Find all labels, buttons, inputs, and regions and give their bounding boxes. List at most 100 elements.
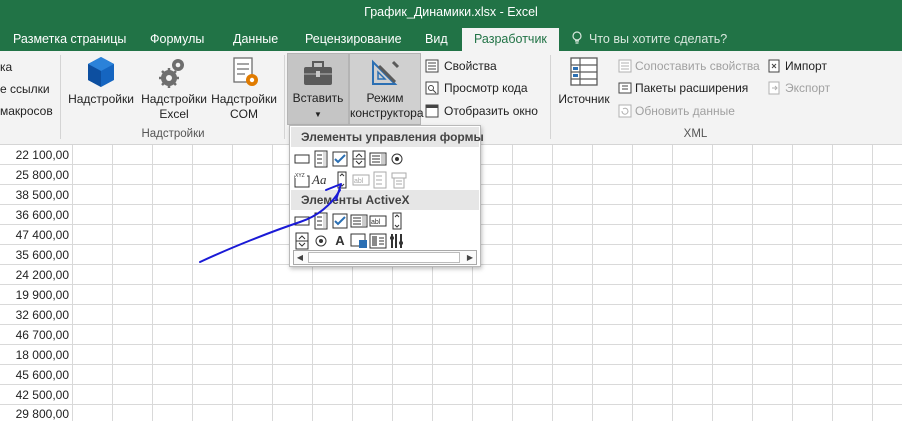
activex-label-icon[interactable]: A (331, 232, 349, 250)
form-label-icon[interactable]: Aa (312, 171, 332, 189)
form-checkbox-icon[interactable] (331, 150, 349, 168)
activex-textbox-icon[interactable]: abl (369, 212, 387, 230)
group-separator (60, 55, 61, 139)
gears-icon (159, 59, 184, 88)
tab-formulas[interactable]: Формулы (150, 27, 204, 51)
code-item-1[interactable]: ка (0, 60, 12, 74)
tab-page-layout[interactable]: Разметка страницы (13, 27, 126, 51)
title-bar: График_Динамики.xlsx - Excel (0, 0, 902, 27)
tell-me-box[interactable]: Что вы хотите сделать? (571, 27, 727, 51)
com-addins-line1: Надстройки (211, 92, 277, 106)
form-groupbox-icon[interactable]: XYZ (293, 171, 311, 189)
com-addins-button[interactable]: Надстройки COM (208, 55, 280, 125)
form-combo-list-icon[interactable] (371, 171, 389, 189)
form-textfield-icon[interactable]: abl (352, 171, 370, 189)
cell-value[interactable]: 46 700,00 (0, 325, 72, 345)
activex-scrollbar-icon[interactable] (388, 212, 406, 230)
map-properties-icon (618, 59, 632, 73)
cell-value[interactable]: 18 000,00 (0, 345, 72, 365)
tab-view[interactable]: Вид (425, 27, 448, 51)
excel-addins-line2: Excel (159, 107, 189, 121)
code-item-3[interactable]: макросов (0, 104, 53, 118)
xml-group-label: XML (683, 128, 708, 140)
excel-addins-line1: Надстройки (141, 92, 207, 106)
ribbon-tab-bar: Разметка страницы Формулы Данные Рецензи… (0, 27, 902, 51)
table-row[interactable]: 46 700,00 (0, 325, 902, 345)
table-row[interactable]: 29 800,00 (0, 404, 902, 421)
tab-review[interactable]: Рецензирование (305, 27, 402, 51)
tell-me-label: Что вы хотите сделать? (589, 32, 728, 46)
run-dialog-button[interactable]: Отобразить окно (444, 104, 538, 118)
xml-source-button[interactable]: Источник (553, 55, 615, 125)
design-mode-line1: Режим (366, 91, 404, 105)
scroll-left-arrow[interactable]: ◀ (294, 251, 306, 264)
design-mode-icon (372, 59, 400, 85)
tab-developer[interactable]: Разработчик (462, 28, 559, 51)
activex-header: Элементы ActiveX (291, 190, 479, 210)
form-listbox-icon[interactable] (369, 150, 387, 168)
scroll-right-arrow[interactable]: ▶ (464, 251, 476, 264)
table-row[interactable]: 45 600,00 (0, 365, 902, 385)
cell-value[interactable]: 32 600,00 (0, 305, 72, 325)
excel-addins-button[interactable]: Надстройки Excel (139, 55, 209, 125)
scroll-thumb[interactable] (308, 252, 460, 263)
cell-value[interactable]: 45 600,00 (0, 365, 72, 385)
form-controls-header: Элементы управления формы (291, 127, 484, 147)
code-item-2[interactable]: е ссылки (0, 82, 50, 96)
table-row[interactable]: 32 600,00 (0, 305, 902, 325)
map-properties-button[interactable]: Сопоставить свойства (635, 59, 760, 73)
table-row[interactable]: 42 500,00 (0, 385, 902, 405)
activex-image-icon[interactable] (350, 232, 368, 250)
activex-button-icon[interactable] (293, 212, 311, 230)
insert-dropdown-arrow: ▼ (314, 110, 322, 119)
table-row[interactable]: 24 200,00 (0, 265, 902, 285)
activex-textbox-glyph: abl (371, 219, 381, 226)
xml-source-icon (570, 57, 598, 86)
cell-value[interactable]: 35 600,00 (0, 245, 72, 265)
cell-value[interactable]: 38 500,00 (0, 185, 72, 205)
view-code-icon (425, 81, 439, 95)
tab-data[interactable]: Данные (233, 27, 278, 51)
form-combo-dropdown-icon[interactable] (390, 171, 408, 189)
design-mode-button[interactable]: Режим конструктора (349, 53, 424, 125)
activex-checkbox-icon[interactable] (331, 212, 349, 230)
form-combobox-icon[interactable] (312, 150, 330, 168)
activex-listbox-icon[interactable] (350, 212, 368, 230)
cell-value[interactable]: 25 800,00 (0, 165, 72, 185)
design-mode-line2: конструктора (350, 106, 424, 120)
lightbulb-icon (572, 31, 582, 44)
refresh-data-icon (618, 104, 632, 118)
activex-option-button-icon[interactable] (312, 232, 330, 250)
insert-label: Вставить (292, 91, 344, 105)
cell-value[interactable]: 19 900,00 (0, 285, 72, 305)
activex-spinner-icon[interactable] (293, 232, 311, 250)
cell-value[interactable]: 29 800,00 (0, 404, 72, 421)
export-button[interactable]: Экспорт (785, 81, 830, 95)
view-code-button[interactable]: Просмотр кода (444, 81, 528, 95)
cell-value[interactable]: 42 500,00 (0, 385, 72, 405)
dropdown-scrollbar[interactable]: ◀ ▶ (293, 250, 477, 265)
cell-value[interactable]: 24 200,00 (0, 265, 72, 285)
table-row[interactable]: 18 000,00 (0, 345, 902, 365)
insert-controls-button[interactable]: Вставить ▼ (287, 53, 349, 125)
cell-value[interactable]: 47 400,00 (0, 225, 72, 245)
table-row[interactable]: 19 900,00 (0, 285, 902, 305)
form-scrollbar-icon[interactable] (333, 171, 351, 189)
expansion-packs-button[interactable]: Пакеты расширения (635, 81, 748, 95)
activex-more-controls-icon[interactable] (388, 232, 406, 250)
activex-toggle-button-icon[interactable] (369, 232, 387, 250)
activex-label-glyph: A (335, 233, 345, 248)
group-separator (284, 55, 285, 139)
properties-button[interactable]: Свойства (444, 59, 497, 73)
cell-value[interactable]: 36 600,00 (0, 205, 72, 225)
activex-combobox-icon[interactable] (312, 212, 330, 230)
form-option-button-icon[interactable] (388, 150, 406, 168)
addins-button[interactable]: Надстройки (66, 55, 136, 125)
xml-source-label: Источник (558, 92, 610, 106)
window-title: График_Динамики.xlsx - Excel (364, 5, 538, 19)
cell-value[interactable]: 22 100,00 (0, 145, 72, 165)
import-button[interactable]: Импорт (785, 59, 827, 73)
form-button-icon[interactable] (293, 150, 311, 168)
refresh-data-button[interactable]: Обновить данные (635, 104, 735, 118)
form-spinner-icon[interactable] (350, 150, 368, 168)
